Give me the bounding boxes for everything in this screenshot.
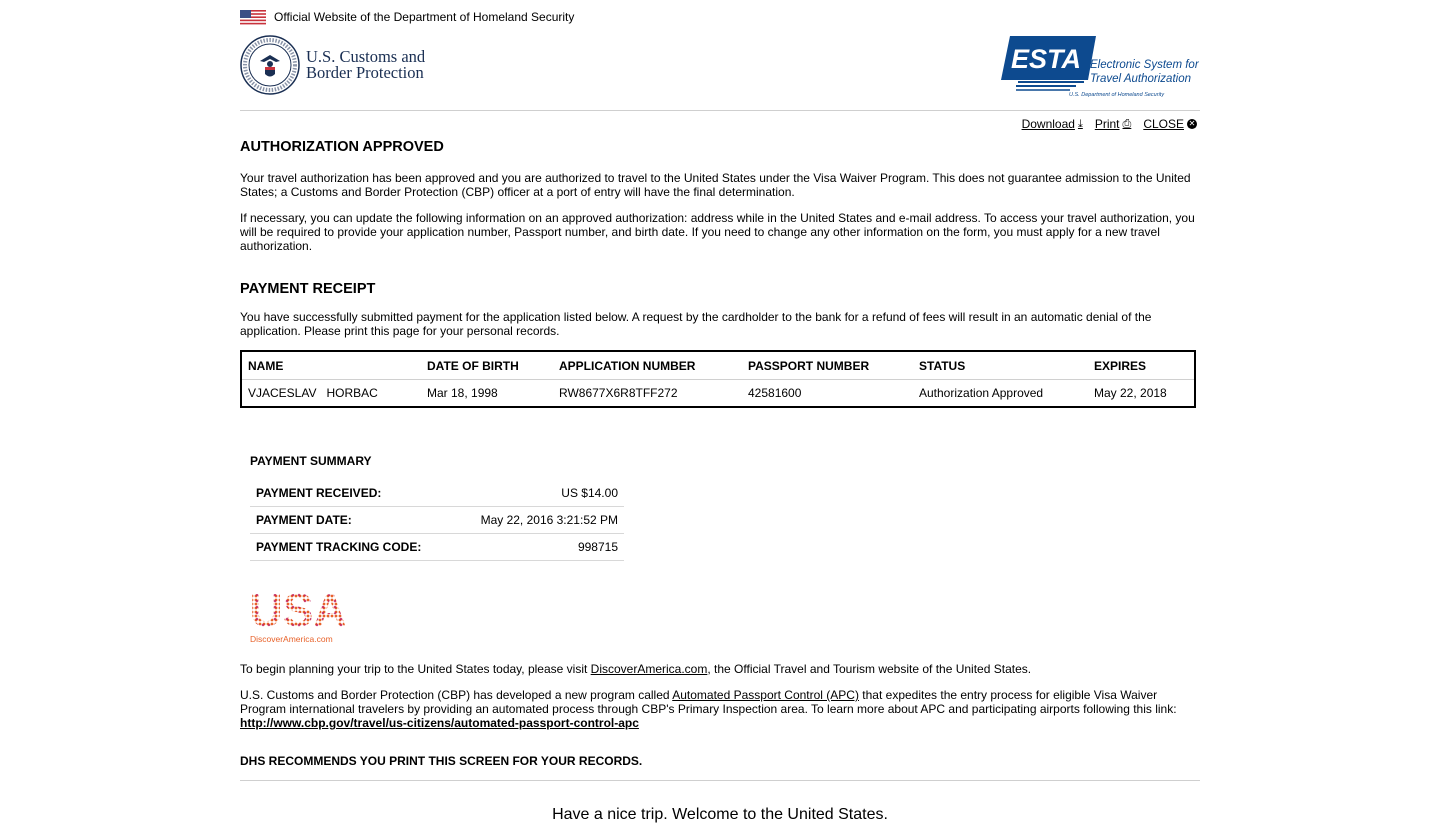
column-header: EXPIRES — [1088, 351, 1195, 380]
trip-text-before: To begin planning your trip to the Unite… — [240, 662, 591, 676]
passport-number: 42581600 — [748, 386, 802, 400]
close-label: CLOSE — [1143, 117, 1184, 131]
cbp-name-line2: Border Protection — [306, 63, 424, 82]
trip-paragraph: To begin planning your trip to the Unite… — [240, 662, 1200, 676]
esta-logo[interactable]: ESTA Electronic System for Travel Author… — [998, 34, 1200, 100]
column-header: PASSPORT NUMBER — [742, 351, 913, 380]
apc-link[interactable]: Automated Passport Control (APC) — [672, 688, 859, 702]
summary-row: PAYMENT TRACKING CODE: 998715 — [250, 533, 624, 561]
close-link[interactable]: CLOSE ✕ — [1143, 117, 1197, 131]
official-banner: Official Website of the Department of Ho… — [240, 8, 574, 26]
apc-paragraph: U.S. Customs and Border Protection (CBP)… — [240, 688, 1200, 730]
esta-title-line2: Travel Authorization — [1090, 73, 1191, 85]
usa-wordmark-accent: USA — [249, 586, 346, 636]
discover-america-logo[interactable]: USA USA DiscoverAmerica.com — [242, 586, 356, 646]
receipt-intro: You have successfully submitted payment … — [240, 310, 1152, 338]
discover-america-link[interactable]: DiscoverAmerica.com — [591, 662, 708, 676]
expires: May 22, 2018 — [1094, 386, 1167, 400]
summary-value: May 22, 2016 3:21:52 PM — [480, 513, 618, 527]
summary-label: PAYMENT TRACKING CODE: — [250, 533, 453, 561]
date-of-birth: Mar 18, 1998 — [427, 386, 498, 400]
esta-subtitle: U.S. Department of Homeland Security — [1069, 92, 1165, 98]
column-header: STATUS — [913, 351, 1088, 380]
approved-paragraph-1: Your travel authorization has been appro… — [240, 171, 1191, 199]
page-actions: Download ⤓ Print ⎙ CLOSE ✕ — [1022, 117, 1197, 131]
download-icon: ⤓ — [1077, 117, 1083, 130]
footer-divider — [240, 780, 1200, 781]
apc-url-link[interactable]: http://www.cbp.gov/travel/us-citizens/au… — [240, 716, 639, 730]
close-circle-icon: ✕ — [1187, 119, 1197, 129]
column-header: NAME — [241, 351, 421, 380]
approved-heading: AUTHORIZATION APPROVED — [240, 139, 444, 155]
download-label: Download — [1021, 117, 1075, 131]
download-link[interactable]: Download ⤓ — [1022, 117, 1083, 131]
trip-text-after: , the Official Travel and Tourism websit… — [707, 662, 1032, 676]
official-banner-text: Official Website of the Department of Ho… — [274, 10, 575, 24]
payment-summary-title: PAYMENT SUMMARY — [250, 454, 372, 468]
cbp-name: U.S. Customs and Border Protection — [306, 48, 425, 82]
summary-label: PAYMENT RECEIVED: — [250, 480, 453, 507]
column-header: APPLICATION NUMBER — [553, 351, 742, 380]
dhs-seal-icon — [240, 35, 300, 95]
us-flag-icon — [240, 9, 266, 25]
receipt-header-row: NAME DATE OF BIRTH APPLICATION NUMBER PA… — [241, 351, 1195, 380]
application-number: RW8677X6R8TFF272 — [559, 386, 678, 400]
apc-text-before: U.S. Customs and Border Protection (CBP)… — [240, 688, 673, 702]
column-header: DATE OF BIRTH — [421, 351, 553, 380]
esta-wordmark: ESTA — [1011, 44, 1081, 74]
usa-site-name: DiscoverAmerica.com — [250, 634, 333, 644]
summary-value: US $14.00 — [452, 480, 624, 507]
printer-icon: ⎙ — [1122, 117, 1132, 130]
print-link[interactable]: Print ⎙ — [1095, 117, 1132, 131]
esta-title-line1: Electronic System for — [1090, 59, 1200, 71]
payment-summary-table: PAYMENT RECEIVED: US $14.00 PAYMENT DATE… — [250, 480, 624, 561]
applicant-name: VJACESLAV HORBAC — [248, 386, 378, 400]
receipt-table: NAME DATE OF BIRTH APPLICATION NUMBER PA… — [240, 350, 1196, 408]
status: Authorization Approved — [919, 386, 1044, 400]
print-recommendation: DHS RECOMMENDS YOU PRINT THIS SCREEN FOR… — [240, 754, 643, 768]
print-label: Print — [1094, 117, 1120, 131]
approved-paragraph-2: If necessary, you can update the followi… — [240, 211, 1195, 253]
summary-row: PAYMENT RECEIVED: US $14.00 — [250, 480, 624, 507]
farewell-message: Have a nice trip. Welcome to the United … — [552, 806, 888, 823]
summary-label: PAYMENT DATE: — [256, 513, 352, 527]
table-row: VJACESLAV HORBAC Mar 18, 1998 RW8677X6R8… — [241, 380, 1195, 408]
summary-value: 998715 — [452, 533, 624, 561]
receipt-heading: PAYMENT RECEIPT — [240, 281, 376, 297]
cbp-logo[interactable]: U.S. Customs and Border Protection — [240, 35, 425, 95]
site-header: U.S. Customs and Border Protection ESTA … — [240, 34, 1200, 111]
summary-row: PAYMENT DATE: May 22, 2016 3:21:52 PM — [250, 507, 624, 534]
